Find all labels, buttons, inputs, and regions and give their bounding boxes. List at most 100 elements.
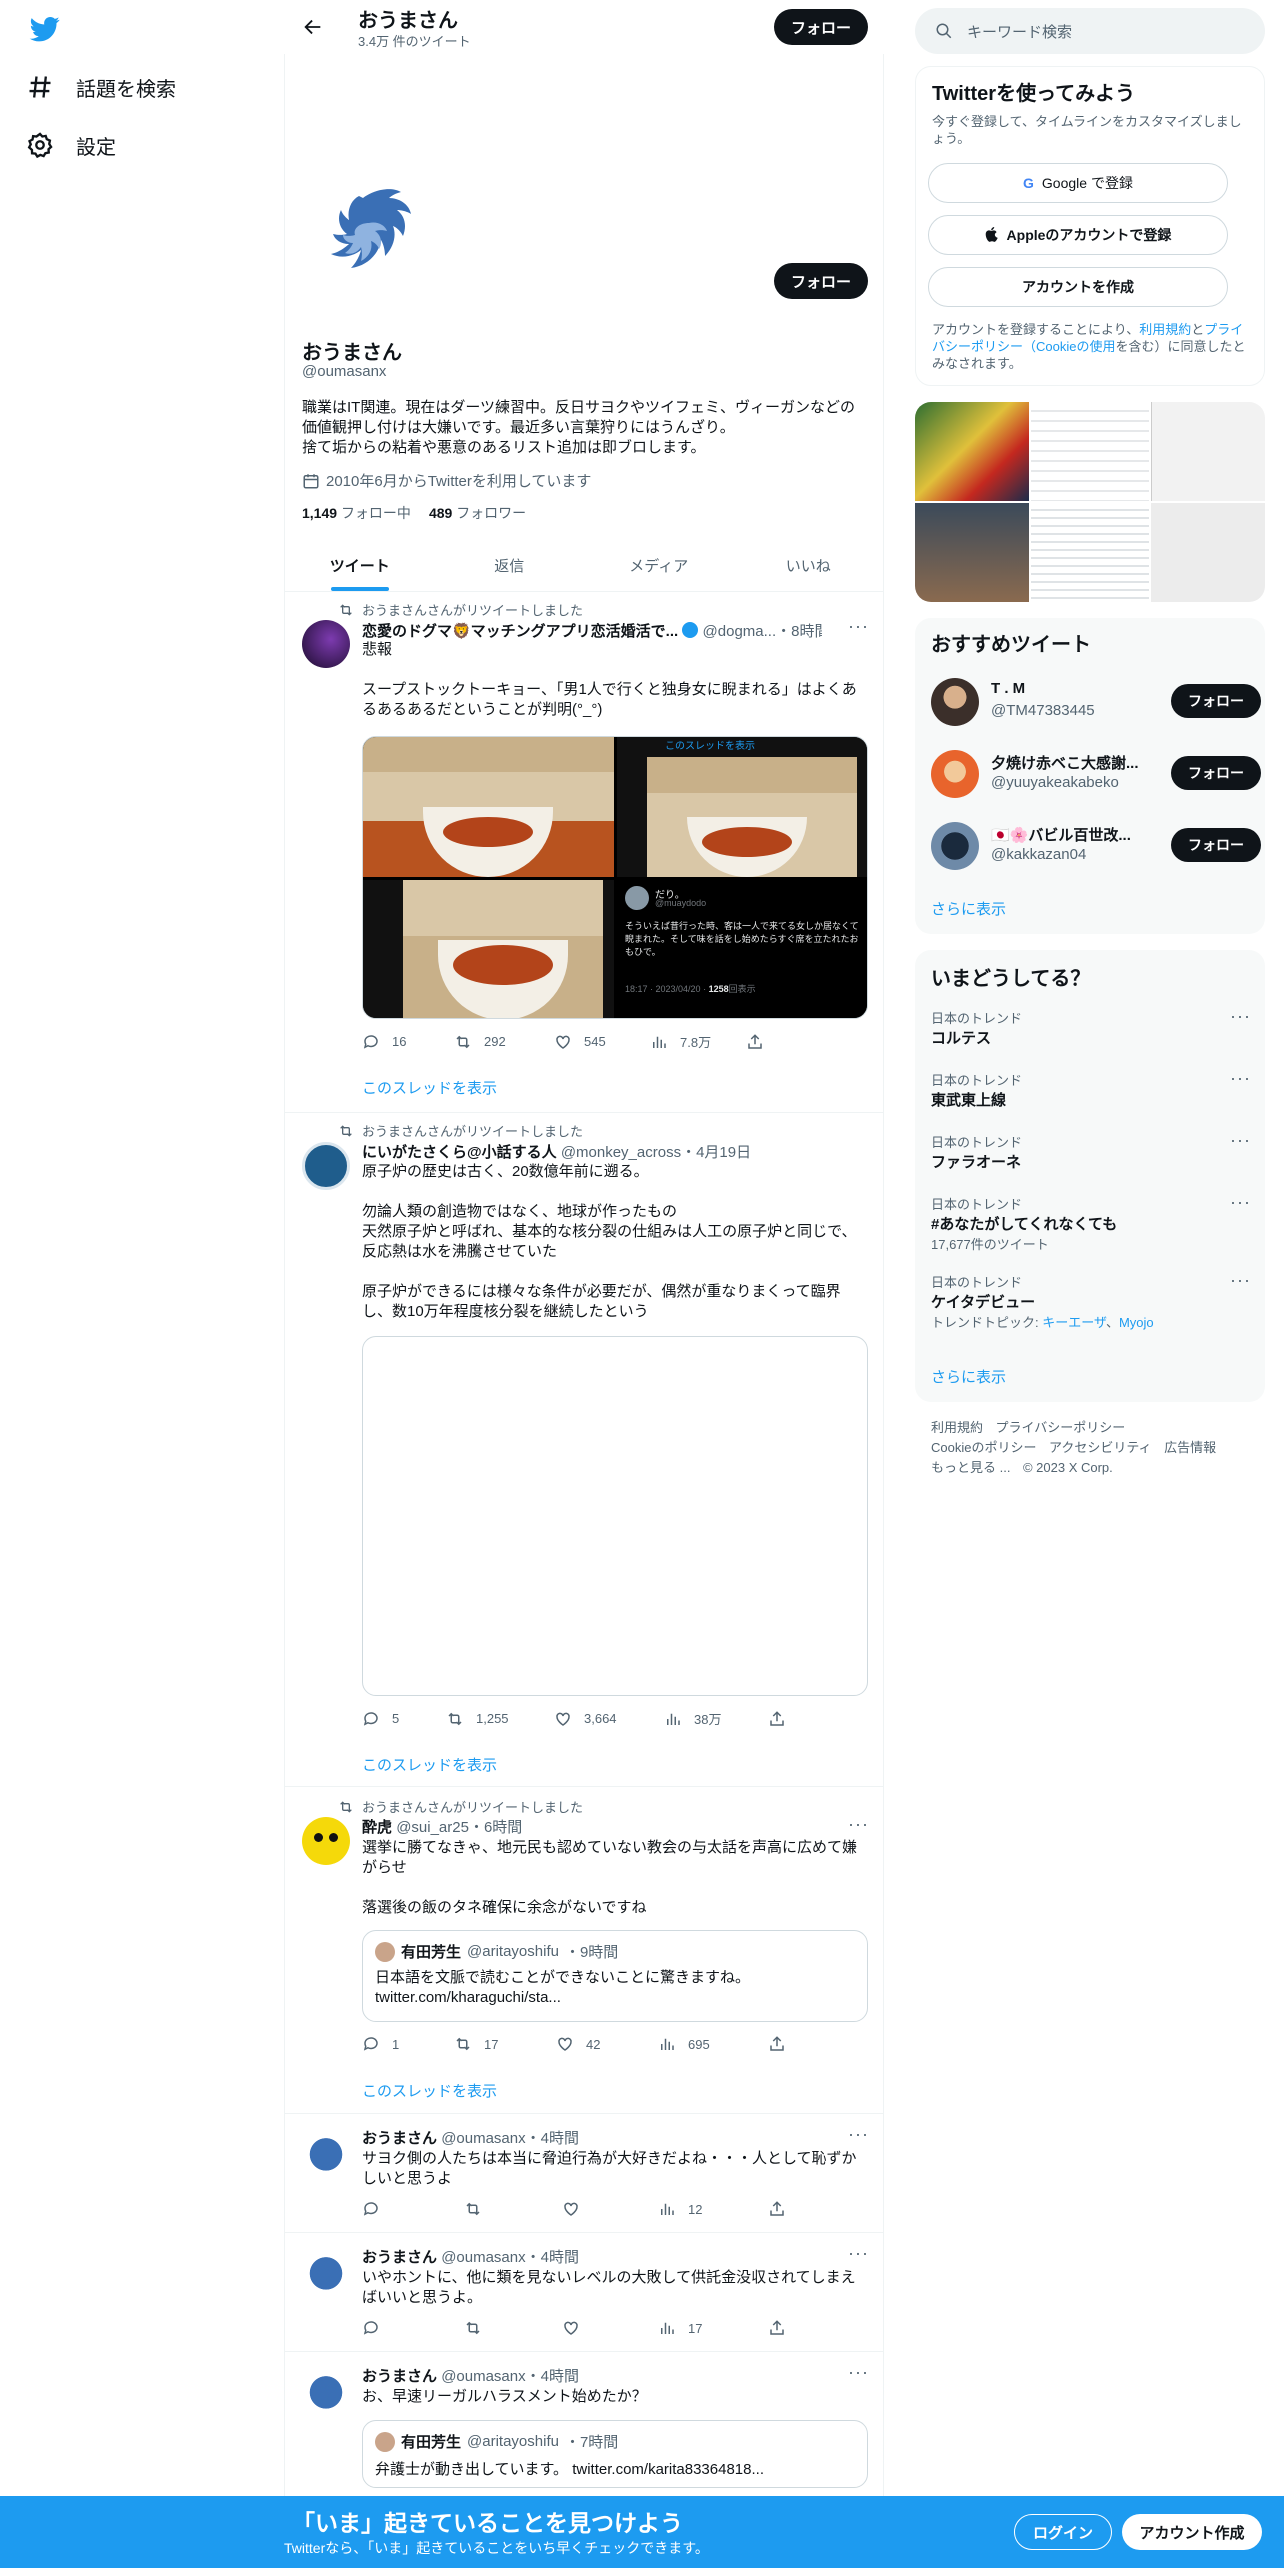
- more-icon[interactable]: ···: [1230, 1068, 1251, 1089]
- tweet-avatar[interactable]: [302, 2128, 350, 2176]
- share-button[interactable]: [746, 1033, 764, 1051]
- media-thumb-1[interactable]: [915, 402, 1029, 501]
- tweet-avatar[interactable]: [302, 2366, 350, 2414]
- followers-link[interactable]: 489 フォロワー: [429, 503, 526, 523]
- views-button[interactable]: 17: [658, 2319, 768, 2337]
- trend-topic-link[interactable]: キーエーザ: [1042, 1315, 1106, 1330]
- media-image-1[interactable]: [363, 737, 614, 877]
- footer-accessibility-link[interactable]: アクセシビリティ: [1049, 1440, 1152, 1455]
- views-button[interactable]: 7.8万: [650, 1032, 746, 1051]
- share-button[interactable]: [768, 2319, 786, 2337]
- media-image-2[interactable]: このスレッドを表示: [617, 737, 867, 877]
- back-arrow-icon[interactable]: [302, 16, 324, 38]
- tweet-time[interactable]: ・8時間: [776, 623, 822, 640]
- retweet-button[interactable]: [464, 2200, 562, 2218]
- tweet-time[interactable]: ・4時間: [526, 2130, 579, 2147]
- more-icon[interactable]: ···: [848, 1814, 869, 1835]
- apple-signup-button[interactable]: Appleのアカウントで登録: [928, 215, 1228, 255]
- cookie-link[interactable]: Cookieの使用: [1036, 339, 1115, 354]
- reply-button[interactable]: 16: [362, 1033, 454, 1051]
- tab-likes[interactable]: いいね: [734, 540, 884, 591]
- search-input[interactable]: キーワード検索: [967, 21, 1072, 42]
- like-button[interactable]: [562, 2200, 658, 2218]
- tweet-time[interactable]: ・4月19日: [681, 1144, 751, 1161]
- footer-privacy-link[interactable]: プライバシーポリシー: [996, 1420, 1126, 1435]
- following-link[interactable]: 1,149 フォロー中: [302, 503, 411, 523]
- reply-button[interactable]: 1: [362, 2035, 454, 2053]
- quoted-tweet[interactable]: 有田芳生 @aritayoshifu ・7時間 弁護士が動き出しています。 twi…: [362, 2420, 868, 2488]
- more-icon[interactable]: ···: [848, 2124, 869, 2145]
- footer-cookie-link[interactable]: Cookieのポリシー: [931, 1440, 1036, 1455]
- profile-avatar[interactable]: [303, 173, 443, 313]
- tweet-avatar[interactable]: [302, 620, 350, 668]
- recommend-more-link[interactable]: さらに表示: [931, 898, 1006, 919]
- trends-more-link[interactable]: さらに表示: [931, 1366, 1006, 1387]
- tweet-avatar[interactable]: [302, 1817, 350, 1865]
- more-icon[interactable]: ···: [1230, 1270, 1251, 1291]
- tweet-author-name[interactable]: おうまさん: [362, 2249, 437, 2266]
- share-button[interactable]: [768, 2035, 786, 2053]
- share-button[interactable]: [768, 2200, 786, 2218]
- media-image-3[interactable]: [363, 880, 614, 1018]
- more-icon[interactable]: ···: [1230, 1130, 1251, 1151]
- trend-topic-link[interactable]: Myojo: [1119, 1315, 1154, 1330]
- nav-explore[interactable]: 話題を検索: [26, 62, 176, 112]
- media-thumb-6[interactable]: [1151, 503, 1265, 602]
- show-thread-link[interactable]: このスレッドを表示: [362, 1754, 497, 1775]
- tweet-time[interactable]: ・4時間: [526, 2368, 579, 2385]
- tweet-media-placeholder[interactable]: [362, 1336, 868, 1696]
- tweet-author-name[interactable]: 恋愛のドグマ🦁マッチングアプリ恋活婚活で...: [362, 623, 678, 640]
- twitter-logo-icon[interactable]: [28, 14, 62, 44]
- media-thumb-4[interactable]: [915, 503, 1029, 602]
- tweet-author-name[interactable]: 酔虎: [362, 1819, 392, 1836]
- tweet-media-grid[interactable]: このスレッドを表示 だり。 @muaydodo そういえば昔行った時、客は一人で…: [362, 736, 868, 1019]
- retweet-button[interactable]: 292: [454, 1033, 554, 1051]
- trend-item[interactable]: 日本のトレンド コルテス ···: [931, 1006, 1251, 1062]
- trend-item[interactable]: 日本のトレンド 東武東上線 ···: [931, 1068, 1251, 1124]
- nav-settings[interactable]: 設定: [26, 120, 116, 170]
- header-follow-button[interactable]: フォロー: [774, 9, 868, 45]
- google-signup-button[interactable]: G Google で登録: [928, 163, 1228, 203]
- tab-media[interactable]: メディア: [584, 540, 734, 591]
- more-icon[interactable]: ···: [848, 2243, 869, 2264]
- trend-item[interactable]: 日本のトレンド ファラオーネ ···: [931, 1130, 1251, 1186]
- reply-button[interactable]: 5: [362, 1710, 446, 1728]
- footer-more-link[interactable]: もっと見る ...: [931, 1460, 1010, 1475]
- banner-signup-button[interactable]: アカウント作成: [1122, 2514, 1262, 2550]
- views-button[interactable]: 695: [658, 2035, 768, 2053]
- media-image-4[interactable]: だり。 @muaydodo そういえば昔行った時、客は一人で来てる女しか居なくて…: [617, 880, 867, 1018]
- tweet-author-name[interactable]: おうまさん: [362, 2368, 437, 2385]
- like-button[interactable]: 545: [554, 1033, 650, 1051]
- recommend-user[interactable]: 夕焼け赤ベこ大感謝... @yuuyakeakabeko フォロー: [931, 746, 1261, 802]
- like-button[interactable]: 3,664: [554, 1710, 664, 1728]
- quoted-tweet[interactable]: 有田芳生 @aritayoshifu ・9時間 日本語を文脈で読むことができないこ…: [362, 1930, 868, 2022]
- profile-follow-button[interactable]: フォロー: [774, 263, 868, 299]
- terms-link[interactable]: 利用規約: [1139, 322, 1191, 337]
- retweet-button[interactable]: [464, 2319, 562, 2337]
- show-thread-link[interactable]: このスレッドを表示: [362, 2080, 497, 2101]
- show-thread-link[interactable]: このスレッドを表示: [362, 1077, 497, 1098]
- footer-ads-link[interactable]: 広告情報: [1164, 1440, 1216, 1455]
- tweet-avatar[interactable]: [302, 1142, 350, 1190]
- share-button[interactable]: [768, 1710, 786, 1728]
- footer-terms-link[interactable]: 利用規約: [931, 1420, 983, 1435]
- media-thumb-5[interactable]: [1031, 503, 1149, 602]
- tab-tweets[interactable]: ツイート: [285, 540, 435, 591]
- views-button[interactable]: 38万: [664, 1709, 768, 1728]
- reply-button[interactable]: [362, 2319, 464, 2337]
- more-icon[interactable]: ···: [1230, 1192, 1251, 1213]
- tweet-author-name[interactable]: にいがたさくら@小話する人: [362, 1144, 557, 1161]
- tweet-avatar[interactable]: [302, 2247, 350, 2295]
- more-icon[interactable]: ···: [848, 2362, 869, 2383]
- more-icon[interactable]: ···: [1230, 1006, 1251, 1027]
- retweet-button[interactable]: 17: [454, 2035, 556, 2053]
- recommend-user[interactable]: 🇯🇵🌸バビル百世改... @kakkazan04 フォロー: [931, 818, 1261, 874]
- tweet-author-name[interactable]: おうまさん: [362, 2130, 437, 2147]
- more-icon[interactable]: ···: [848, 616, 869, 637]
- media-thumb-2[interactable]: [1031, 402, 1149, 501]
- like-button[interactable]: [562, 2319, 658, 2337]
- media-thumb-3[interactable]: [1151, 402, 1265, 501]
- views-button[interactable]: 12: [658, 2200, 768, 2218]
- recommend-follow-button[interactable]: フォロー: [1171, 828, 1261, 862]
- tab-replies[interactable]: 返信: [435, 540, 585, 591]
